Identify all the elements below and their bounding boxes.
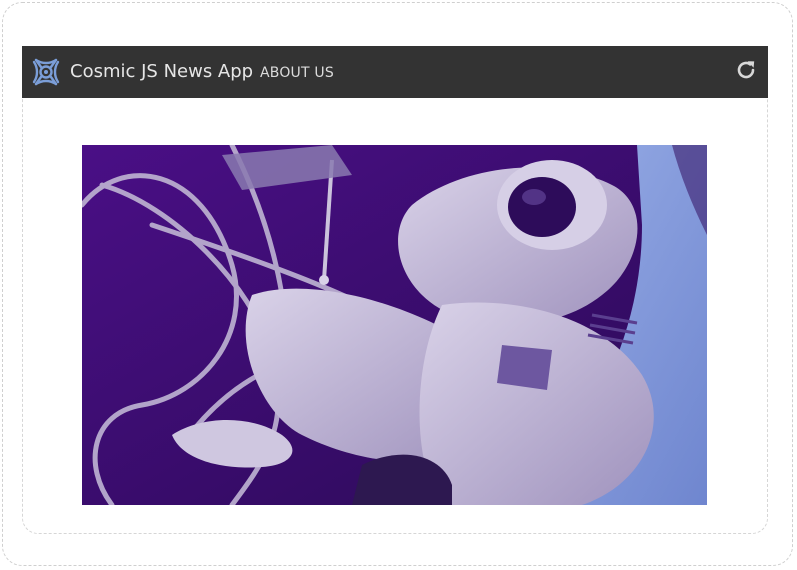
refresh-button[interactable] [734,58,758,82]
navbar: Cosmic JS News App ABOUT US [22,46,768,98]
refresh-icon [737,61,755,79]
nav-about-us-link[interactable]: ABOUT US [260,64,334,82]
hero-image-astronaut [82,145,707,505]
app-title[interactable]: Cosmic JS News App [70,60,253,84]
cosmic-logo-icon[interactable] [28,54,64,90]
